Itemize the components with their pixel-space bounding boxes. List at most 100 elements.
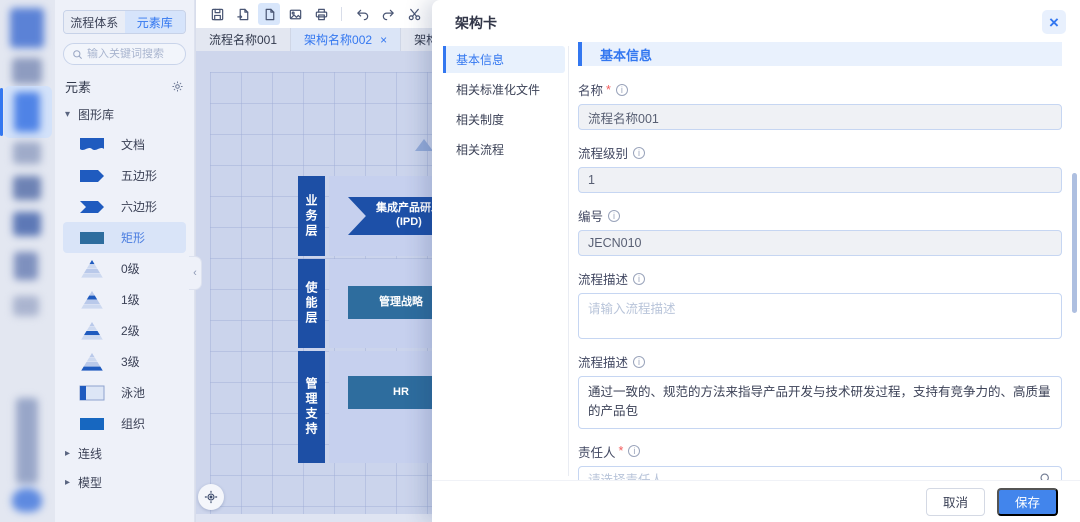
shape-item-泳池[interactable]: 泳池 <box>63 377 186 408</box>
input-名称[interactable]: 流程名称001 <box>578 104 1062 130</box>
pyramid-level0-icon <box>77 260 107 278</box>
shape-item-label: 泳池 <box>121 384 145 401</box>
input-责任人[interactable]: 请选择责任人 <box>578 466 1062 480</box>
locate-center-button[interactable] <box>198 484 224 510</box>
info-icon[interactable]: i <box>628 445 640 457</box>
shape-item-五边形[interactable]: 五边形 <box>63 160 186 191</box>
modal-nav: 基本信息相关标准化文件相关制度相关流程 <box>443 46 565 166</box>
tree-group-label: 模型 <box>78 474 102 491</box>
export-file-icon[interactable] <box>232 3 254 25</box>
shape-item-六边形[interactable]: 六边形 <box>63 191 186 222</box>
info-icon[interactable]: i <box>633 147 645 159</box>
clipped-pyramid-shape[interactable] <box>415 139 433 151</box>
chevron-right-icon: ▸ <box>65 477 73 488</box>
info-icon[interactable]: i <box>633 273 645 285</box>
tree-group-模型[interactable]: ▸ 模型 <box>63 468 186 497</box>
panel-collapse-handle[interactable]: ‹ <box>189 256 202 290</box>
modal-nav-基本信息[interactable]: 基本信息 <box>443 46 565 73</box>
tree-group-shapes[interactable]: ▾ 图形库 <box>63 100 186 129</box>
shape-item-label: 矩形 <box>121 229 145 246</box>
field-label: 责任人*i <box>578 442 1062 461</box>
app-logo <box>10 8 44 48</box>
close-tab-icon[interactable]: × <box>380 33 387 47</box>
info-icon[interactable]: i <box>608 210 620 222</box>
shape-item-矩形[interactable]: 矩形 <box>63 222 186 253</box>
doc-tab-架构名称002[interactable]: 架构名称002× <box>291 28 401 51</box>
tree-group-连线[interactable]: ▸连线 <box>63 439 186 468</box>
doc-tab-流程名称001[interactable]: 流程名称001 <box>196 28 291 51</box>
sidebar-blurred-icon[interactable] <box>12 488 42 512</box>
shape-item-文档[interactable]: 文档 <box>63 129 186 160</box>
shape-list: 文档五边形六边形矩形 0级1级 2级 3级泳池组织 <box>63 129 186 439</box>
app-root: 流程体系元素库 元素 ▾ 图形库 文档五边形六边形矩形0级1级2级3级泳池组织 … <box>0 0 1080 522</box>
sidebar-blurred-icon[interactable] <box>12 58 42 84</box>
tree-group-label: 连线 <box>78 445 102 462</box>
search-input-wrap <box>63 43 186 65</box>
panel-tab-元素库[interactable]: 元素库 <box>125 11 186 33</box>
pool-shape-icon <box>77 385 107 401</box>
gear-icon[interactable] <box>171 80 184 93</box>
save-button[interactable]: 保存 <box>997 488 1058 516</box>
modal-nav-相关标准化文件[interactable]: 相关标准化文件 <box>443 76 565 103</box>
close-icon: × <box>1049 14 1059 31</box>
export-image-icon[interactable] <box>284 3 306 25</box>
shape-item-1级[interactable]: 1级 <box>63 284 186 315</box>
input-编号[interactable]: JECN010 <box>578 230 1062 256</box>
modal-title: 架构卡 <box>455 13 497 33</box>
shape-item-3级[interactable]: 3级 <box>63 346 186 377</box>
sidebar-blurred-icon[interactable] <box>13 176 41 200</box>
hexagon-shape-icon <box>77 200 107 214</box>
sidebar-blurred-icon[interactable] <box>13 142 41 164</box>
sidebar-blurred-icon[interactable] <box>13 296 39 316</box>
field-label: 名称*i <box>578 80 1062 99</box>
modal-scrollbar-thumb[interactable] <box>1072 173 1077 313</box>
collapsed-groups: ▸连线 ▸ 模型 <box>63 439 186 497</box>
lane-header-使能层[interactable]: 使能层 <box>298 259 325 348</box>
shape-item-2级[interactable]: 2级 <box>63 315 186 346</box>
textarea-流程描述[interactable]: 请输入流程描述 <box>578 293 1062 339</box>
pyramid-level1-icon <box>77 291 107 309</box>
panel-tab-流程体系[interactable]: 流程体系 <box>64 11 125 33</box>
form-field-名称: 名称*i 流程名称001 <box>578 80 1062 130</box>
modal-nav-相关流程[interactable]: 相关流程 <box>443 136 565 163</box>
form-field-编号: 编号iJECN010 <box>578 206 1062 256</box>
field-label-text: 名称 <box>578 80 603 99</box>
sidebar-blurred-icon[interactable] <box>13 212 41 236</box>
lane-header-管理支持[interactable]: 管理支持 <box>298 351 325 463</box>
sidebar-blurred-icon[interactable] <box>14 252 38 280</box>
undo-icon[interactable] <box>351 3 373 25</box>
lane-header-业务层[interactable]: 业务层 <box>298 176 325 256</box>
redo-icon[interactable] <box>377 3 399 25</box>
info-icon[interactable]: i <box>633 356 645 368</box>
textarea-流程描述[interactable]: 通过一致的、规范的方法来指导产品开发与技术研发过程，支持有竞争力的、高质量的产品… <box>578 376 1062 429</box>
shape-item-0级[interactable]: 0级 <box>63 253 186 284</box>
save-icon[interactable] <box>206 3 228 25</box>
modal-close-button[interactable]: × <box>1042 10 1066 34</box>
sidebar-active-indicator <box>0 88 3 136</box>
print-icon[interactable] <box>310 3 332 25</box>
cancel-button[interactable]: 取消 <box>926 488 985 516</box>
shape-item-label: 2级 <box>121 322 140 339</box>
rectangle-shape-icon <box>77 231 107 245</box>
crosshair-icon <box>204 490 218 504</box>
pyramid-level2-icon <box>77 322 107 340</box>
modal-nav-divider <box>568 46 569 476</box>
sidebar-blurred-icon[interactable] <box>14 92 40 132</box>
modal-nav-相关制度[interactable]: 相关制度 <box>443 106 565 133</box>
section-header: 基本信息 <box>578 42 1062 66</box>
cut-icon[interactable] <box>403 3 425 25</box>
architecture-card-modal: 架构卡 × 基本信息相关标准化文件相关制度相关流程 基本信息 名称*i流程名称0… <box>432 0 1080 522</box>
info-icon[interactable]: i <box>616 84 628 96</box>
field-label-text: 流程描述 <box>578 269 628 288</box>
shape-item-label: 3级 <box>121 353 140 370</box>
field-label: 流程描述 i <box>578 269 1062 288</box>
org-shape-icon <box>77 417 107 431</box>
shape-item-label: 组织 <box>121 415 145 432</box>
shape-item-组织[interactable]: 组织 <box>63 408 186 439</box>
sidebar-blurred-icon[interactable] <box>16 398 38 484</box>
search-input[interactable] <box>87 48 177 60</box>
modal-footer: 取消 保存 <box>432 480 1080 522</box>
new-document-icon[interactable] <box>258 3 280 25</box>
chevron-left-icon: ‹ <box>193 267 197 279</box>
input-流程级别[interactable]: 1 <box>578 167 1062 193</box>
